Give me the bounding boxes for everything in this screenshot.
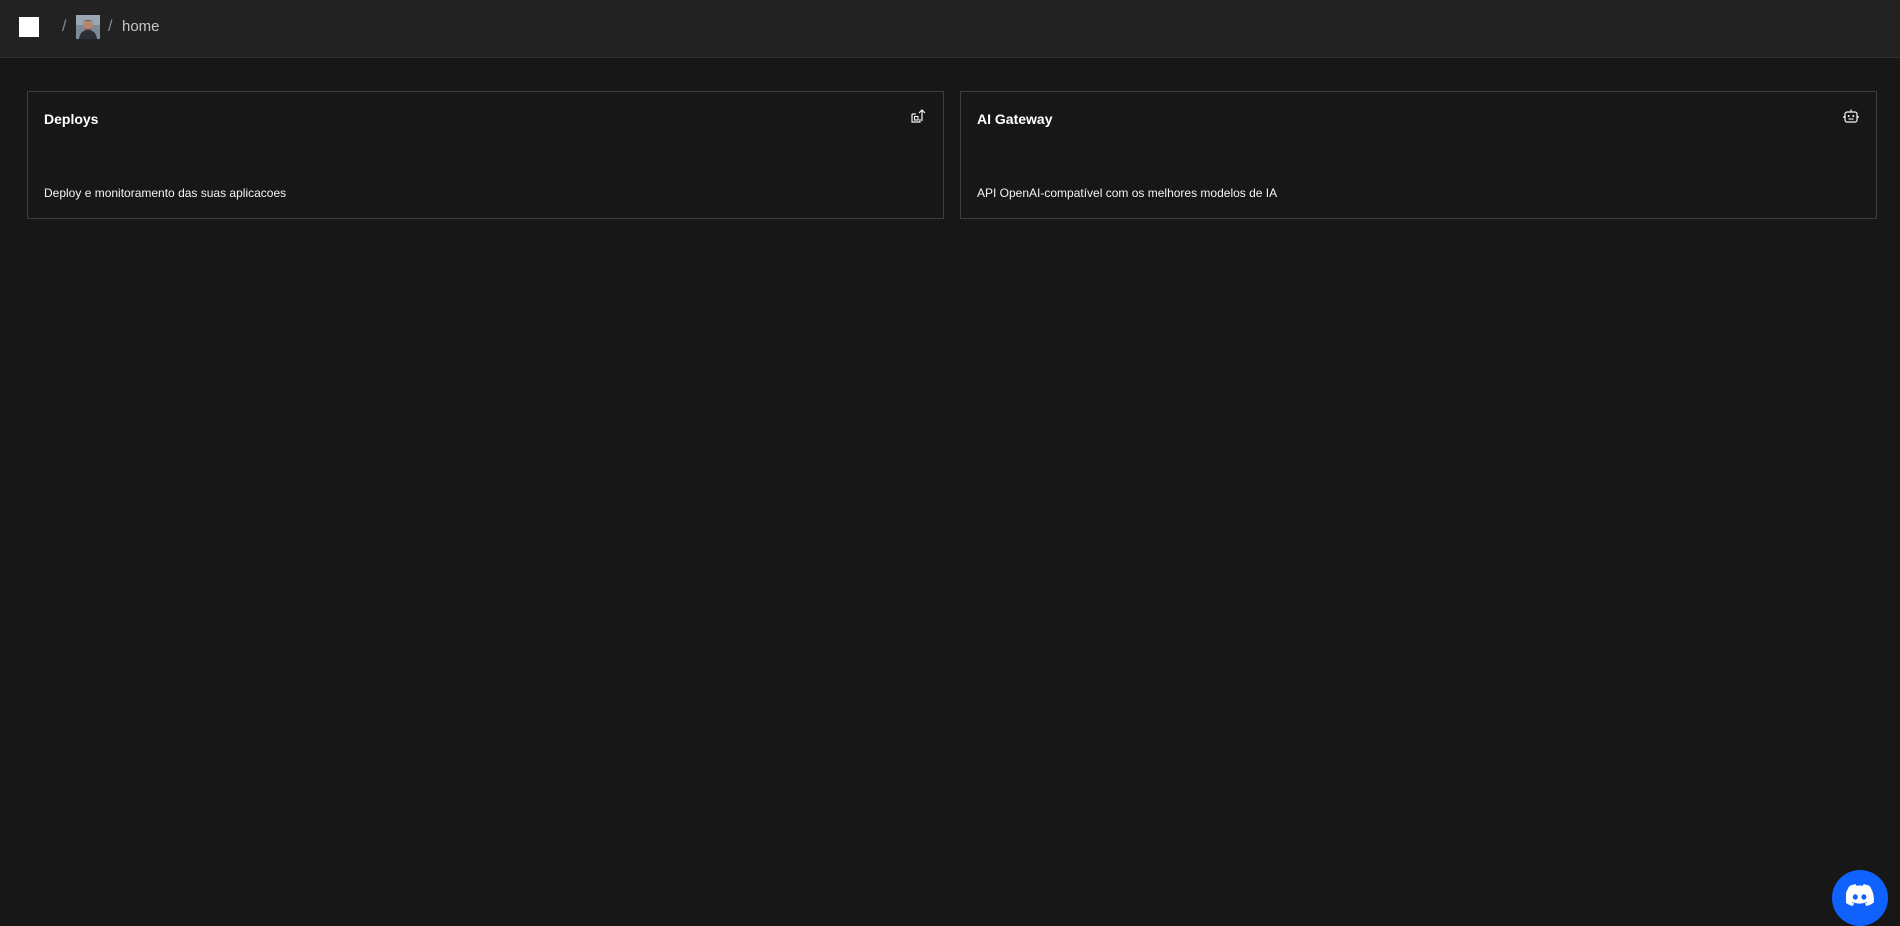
user-avatar[interactable]: [76, 15, 100, 39]
bot-icon: [1843, 109, 1859, 123]
card-description: API OpenAI-compatível com os melhores mo…: [977, 186, 1278, 200]
avatar-icon: [76, 15, 100, 39]
discord-icon: [1846, 884, 1874, 906]
top-bar: / / home: [0, 0, 1900, 58]
discord-button[interactable]: [1832, 870, 1888, 926]
breadcrumb-current-page[interactable]: home: [122, 17, 160, 37]
ai-gateway-card[interactable]: AI Gateway API OpenAI-compatível com os …: [960, 91, 1877, 219]
breadcrumb-separator: /: [108, 18, 113, 35]
deploys-card[interactable]: Deploys Deploy e monitoramento das suas …: [27, 91, 944, 219]
deploy-icon: [911, 109, 926, 123]
card-title: Deploys: [44, 111, 99, 127]
card-title: AI Gateway: [977, 111, 1053, 127]
square-logo-icon[interactable]: [19, 17, 39, 37]
card-description: Deploy e monitoramento das suas aplicaco…: [44, 186, 287, 200]
breadcrumb-separator: /: [62, 18, 67, 35]
